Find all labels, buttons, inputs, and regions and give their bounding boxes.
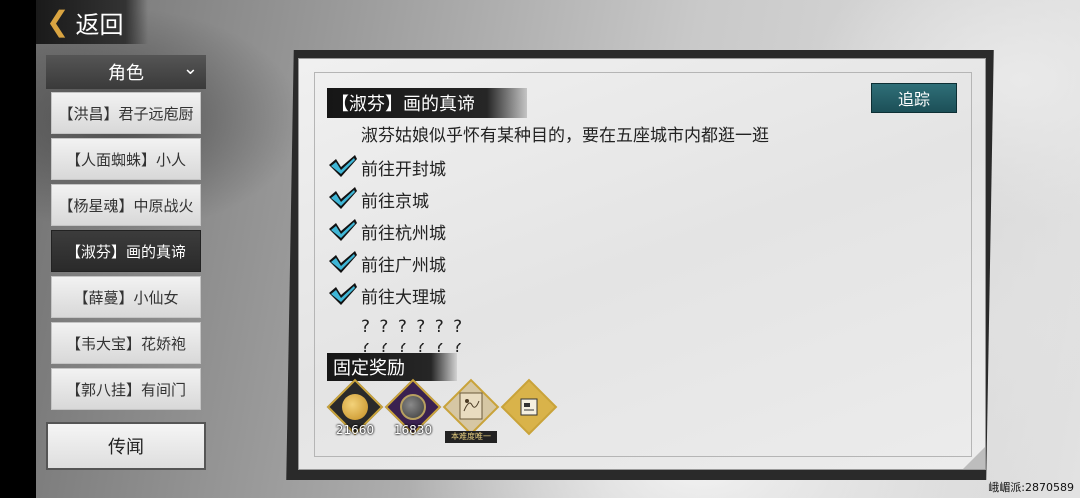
reward-amount: 16830 [393, 423, 433, 437]
category-dropdown-label: 角色 [108, 63, 144, 84]
objective-item: 前往京城 [327, 183, 464, 215]
objective-list: 前往开封城 前往京城 前往杭州城 前往广州城 前往大理城 ? ? ? ? ? ?… [327, 151, 464, 357]
reward-item[interactable]: 21660 [326, 378, 384, 439]
reward-item[interactable]: 本难度唯一 [442, 378, 500, 443]
reward-list: 21660 16830 本难度唯一 [326, 378, 558, 443]
quest-list-item[interactable]: 【薛蔓】小仙女 [51, 276, 201, 318]
back-button[interactable]: ❮ 返回 [36, 0, 148, 44]
quest-list-item-selected[interactable]: 【淑芬】画的真谛 [51, 230, 201, 272]
gold-coin-icon [342, 394, 368, 420]
objective-text: 前往京城 [361, 191, 429, 212]
left-black-strip [0, 0, 36, 498]
reward-item[interactable]: 16830 [384, 378, 442, 439]
quest-list-item[interactable]: 【洪昌】君子远庖厨 [51, 92, 201, 134]
objective-text: 前往广州城 [361, 255, 446, 276]
objective-text: 前往杭州城 [361, 223, 446, 244]
back-arrow-icon: ❮ [46, 5, 70, 38]
hidden-objective: ? ? ? ? ? ? [361, 317, 465, 337]
quest-list-item[interactable]: 【韦大宝】花娇袍 [51, 322, 201, 364]
category-dropdown[interactable]: 角色 ⌄ [46, 55, 206, 89]
checkmark-icon [329, 219, 357, 241]
checkmark-icon [329, 251, 357, 273]
watermark: 峨嵋派:2870589 [988, 481, 1074, 494]
objective-item: 前往杭州城 [327, 215, 464, 247]
scroll-painting-icon [459, 392, 483, 420]
checkmark-icon [329, 187, 357, 209]
quest-list-item[interactable]: 【杨星魂】中原战火 [51, 184, 201, 226]
quest-list: 【洪昌】君子远庖厨 【人面蜘蛛】小人 【杨星魂】中原战火 【淑芬】画的真谛 【薛… [51, 92, 201, 414]
objective-item: 前往广州城 [327, 247, 464, 279]
reward-amount: 21660 [335, 423, 375, 437]
quest-detail-panel: 【淑芬】画的真谛 追踪 淑芬姑娘似乎怀有某种目的，要在五座城市内都逛一逛 前往开… [298, 58, 986, 470]
rewards-title: 固定奖励 [327, 353, 457, 381]
objective-item: 前往大理城 [327, 279, 464, 311]
reward-unique-tag: 本难度唯一 [445, 431, 497, 443]
copper-coin-icon [400, 394, 426, 420]
checkmark-icon [329, 155, 357, 177]
checkmark-icon [329, 283, 357, 305]
track-button-label: 追踪 [897, 90, 930, 109]
panel-corner-decoration [963, 447, 985, 469]
chevron-down-icon: ⌄ [182, 58, 198, 79]
quest-title: 【淑芬】画的真谛 [327, 88, 527, 118]
document-icon [520, 398, 538, 416]
quest-list-item[interactable]: 【人面蜘蛛】小人 [51, 138, 201, 180]
objective-text: 前往开封城 [361, 159, 446, 180]
back-label: 返回 [75, 10, 124, 39]
quest-description: 淑芬姑娘似乎怀有某种目的，要在五座城市内都逛一逛 [361, 126, 769, 146]
track-button[interactable]: 追踪 [871, 83, 957, 113]
objective-text: 前往大理城 [361, 287, 446, 308]
quest-list-item[interactable]: 【郭八挂】有间门 [51, 368, 201, 410]
reward-item[interactable] [500, 378, 558, 439]
objective-item: 前往开封城 [327, 151, 464, 183]
rumor-button-label: 传闻 [108, 437, 144, 458]
rumor-button[interactable]: 传闻 [46, 422, 206, 470]
